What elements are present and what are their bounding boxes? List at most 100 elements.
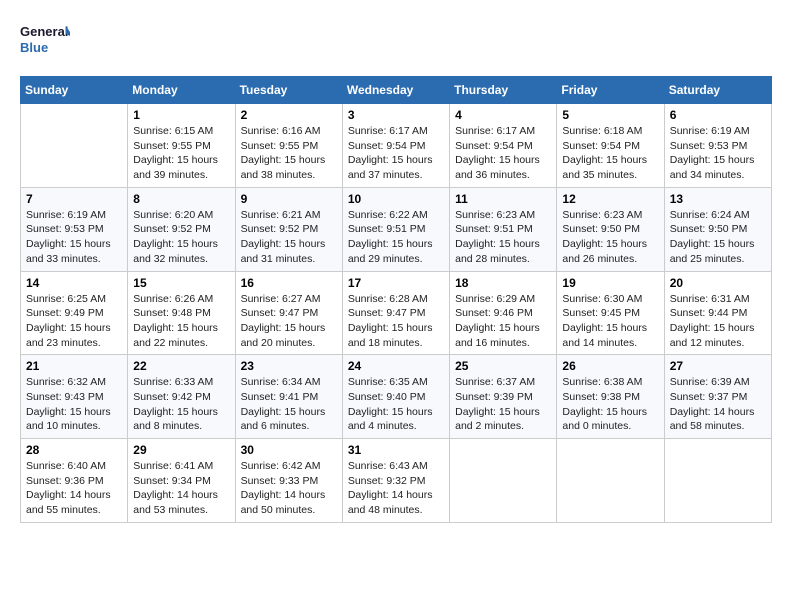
cell-content: Sunrise: 6:43 AMSunset: 9:32 PMDaylight:… [348,459,444,518]
calendar-cell: 3 Sunrise: 6:17 AMSunset: 9:54 PMDaylight… [342,104,449,188]
calendar-cell: 2 Sunrise: 6:16 AMSunset: 9:55 PMDaylight… [235,104,342,188]
calendar-cell: 21Sunrise: 6:32 AMSunset: 9:43 PMDayligh… [21,355,128,439]
calendar-cell: 8 Sunrise: 6:20 AMSunset: 9:52 PMDaylight… [128,187,235,271]
logo-svg: General Blue [20,20,70,60]
calendar-cell: 5 Sunrise: 6:18 AMSunset: 9:54 PMDaylight… [557,104,664,188]
day-number: 12 [562,192,658,206]
column-header-sunday: Sunday [21,77,128,104]
calendar-week-3: 14 Sunrise: 6:25 AMSunset: 9:49 PMDayligh… [21,271,772,355]
column-header-tuesday: Tuesday [235,77,342,104]
calendar-cell: 31 Sunrise: 6:43 AMSunset: 9:32 PMDayligh… [342,439,449,523]
day-number: 29 [133,443,229,457]
calendar-cell: 1 Sunrise: 6:15 AMSunset: 9:55 PMDaylight… [128,104,235,188]
day-number: 10 [348,192,444,206]
calendar-cell: 11Sunrise: 6:23 AMSunset: 9:51 PMDayligh… [450,187,557,271]
day-number: 22 [133,359,229,373]
cell-content: Sunrise: 6:21 AMSunset: 9:52 PMDaylight:… [241,208,337,267]
calendar-cell: 27 Sunrise: 6:39 AMSunset: 9:37 PMDayligh… [664,355,771,439]
cell-content: Sunrise: 6:15 AMSunset: 9:55 PMDaylight:… [133,124,229,183]
calendar-cell: 13Sunrise: 6:24 AMSunset: 9:50 PMDayligh… [664,187,771,271]
day-number: 7 [26,192,122,206]
day-number: 25 [455,359,551,373]
cell-content: Sunrise: 6:33 AMSunset: 9:42 PMDaylight:… [133,375,229,434]
cell-content: Sunrise: 6:42 AMSunset: 9:33 PMDaylight:… [241,459,337,518]
day-number: 5 [562,108,658,122]
calendar-cell: 16 Sunrise: 6:27 AMSunset: 9:47 PMDayligh… [235,271,342,355]
logo: General Blue [20,20,70,60]
calendar-cell: 26 Sunrise: 6:38 AMSunset: 9:38 PMDayligh… [557,355,664,439]
day-number: 31 [348,443,444,457]
calendar-cell [664,439,771,523]
calendar-table: SundayMondayTuesdayWednesdayThursdayFrid… [20,76,772,523]
day-number: 2 [241,108,337,122]
cell-content: Sunrise: 6:23 AMSunset: 9:51 PMDaylight:… [455,208,551,267]
calendar-cell: 14 Sunrise: 6:25 AMSunset: 9:49 PMDayligh… [21,271,128,355]
cell-content: Sunrise: 6:39 AMSunset: 9:37 PMDaylight:… [670,375,766,434]
cell-content: Sunrise: 6:22 AMSunset: 9:51 PMDaylight:… [348,208,444,267]
calendar-cell [21,104,128,188]
column-header-thursday: Thursday [450,77,557,104]
calendar-cell: 19 Sunrise: 6:30 AMSunset: 9:45 PMDayligh… [557,271,664,355]
page-header: General Blue [20,20,772,60]
cell-content: Sunrise: 6:37 AMSunset: 9:39 PMDaylight:… [455,375,551,434]
calendar-cell: 9Sunrise: 6:21 AMSunset: 9:52 PMDaylight… [235,187,342,271]
cell-content: Sunrise: 6:38 AMSunset: 9:38 PMDaylight:… [562,375,658,434]
cell-content: Sunrise: 6:16 AMSunset: 9:55 PMDaylight:… [241,124,337,183]
calendar-week-4: 21Sunrise: 6:32 AMSunset: 9:43 PMDayligh… [21,355,772,439]
cell-content: Sunrise: 6:17 AMSunset: 9:54 PMDaylight:… [348,124,444,183]
cell-content: Sunrise: 6:28 AMSunset: 9:47 PMDaylight:… [348,292,444,351]
day-number: 13 [670,192,766,206]
calendar-cell: 15Sunrise: 6:26 AMSunset: 9:48 PMDayligh… [128,271,235,355]
calendar-cell: 7 Sunrise: 6:19 AMSunset: 9:53 PMDaylight… [21,187,128,271]
cell-content: Sunrise: 6:18 AMSunset: 9:54 PMDaylight:… [562,124,658,183]
day-number: 26 [562,359,658,373]
calendar-cell: 12 Sunrise: 6:23 AMSunset: 9:50 PMDayligh… [557,187,664,271]
cell-content: Sunrise: 6:32 AMSunset: 9:43 PMDaylight:… [26,375,122,434]
day-number: 8 [133,192,229,206]
cell-content: Sunrise: 6:17 AMSunset: 9:54 PMDaylight:… [455,124,551,183]
calendar-week-5: 28 Sunrise: 6:40 AMSunset: 9:36 PMDayligh… [21,439,772,523]
day-number: 3 [348,108,444,122]
day-number: 20 [670,276,766,290]
calendar-cell [450,439,557,523]
day-number: 27 [670,359,766,373]
day-number: 16 [241,276,337,290]
cell-content: Sunrise: 6:20 AMSunset: 9:52 PMDaylight:… [133,208,229,267]
cell-content: Sunrise: 6:30 AMSunset: 9:45 PMDaylight:… [562,292,658,351]
column-header-saturday: Saturday [664,77,771,104]
calendar-week-1: 1 Sunrise: 6:15 AMSunset: 9:55 PMDaylight… [21,104,772,188]
cell-content: Sunrise: 6:25 AMSunset: 9:49 PMDaylight:… [26,292,122,351]
cell-content: Sunrise: 6:27 AMSunset: 9:47 PMDaylight:… [241,292,337,351]
calendar-cell: 6 Sunrise: 6:19 AMSunset: 9:53 PMDaylight… [664,104,771,188]
day-number: 18 [455,276,551,290]
svg-text:Blue: Blue [20,40,48,55]
calendar-cell: 30 Sunrise: 6:42 AMSunset: 9:33 PMDayligh… [235,439,342,523]
cell-content: Sunrise: 6:40 AMSunset: 9:36 PMDaylight:… [26,459,122,518]
column-header-friday: Friday [557,77,664,104]
calendar-cell: 4Sunrise: 6:17 AMSunset: 9:54 PMDaylight… [450,104,557,188]
calendar-week-2: 7 Sunrise: 6:19 AMSunset: 9:53 PMDaylight… [21,187,772,271]
day-number: 23 [241,359,337,373]
calendar-cell: 20 Sunrise: 6:31 AMSunset: 9:44 PMDayligh… [664,271,771,355]
calendar-cell: 23Sunrise: 6:34 AMSunset: 9:41 PMDayligh… [235,355,342,439]
calendar-cell: 10 Sunrise: 6:22 AMSunset: 9:51 PMDayligh… [342,187,449,271]
day-number: 28 [26,443,122,457]
calendar-cell: 17Sunrise: 6:28 AMSunset: 9:47 PMDayligh… [342,271,449,355]
cell-content: Sunrise: 6:26 AMSunset: 9:48 PMDaylight:… [133,292,229,351]
day-number: 24 [348,359,444,373]
day-number: 19 [562,276,658,290]
cell-content: Sunrise: 6:23 AMSunset: 9:50 PMDaylight:… [562,208,658,267]
cell-content: Sunrise: 6:19 AMSunset: 9:53 PMDaylight:… [670,124,766,183]
calendar-cell: 24 Sunrise: 6:35 AMSunset: 9:40 PMDayligh… [342,355,449,439]
day-number: 6 [670,108,766,122]
cell-content: Sunrise: 6:41 AMSunset: 9:34 PMDaylight:… [133,459,229,518]
cell-content: Sunrise: 6:35 AMSunset: 9:40 PMDaylight:… [348,375,444,434]
calendar-cell [557,439,664,523]
day-number: 30 [241,443,337,457]
cell-content: Sunrise: 6:31 AMSunset: 9:44 PMDaylight:… [670,292,766,351]
day-number: 1 [133,108,229,122]
calendar-header-row: SundayMondayTuesdayWednesdayThursdayFrid… [21,77,772,104]
cell-content: Sunrise: 6:19 AMSunset: 9:53 PMDaylight:… [26,208,122,267]
column-header-monday: Monday [128,77,235,104]
day-number: 14 [26,276,122,290]
